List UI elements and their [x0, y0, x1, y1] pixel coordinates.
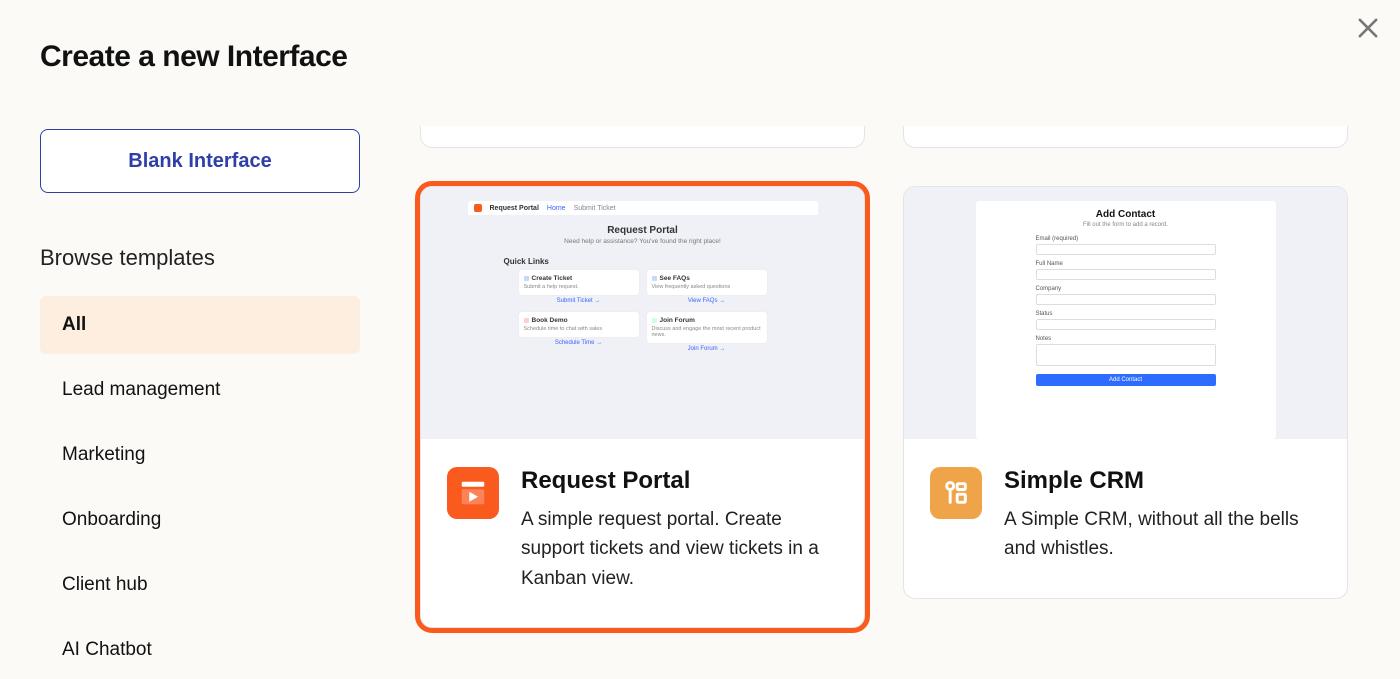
preview-form-title: Add Contact — [1036, 209, 1216, 220]
template-card-simple-crm[interactable]: Add Contact Fill out the form to add a r… — [903, 186, 1348, 599]
template-grid: Request Portal Home Submit Ticket Reques… — [420, 40, 1360, 651]
preview-field-textarea — [1036, 344, 1216, 366]
preview-card-link: Schedule Time → — [519, 340, 639, 346]
preview-quicklinks-heading: Quick Links — [504, 257, 818, 266]
category-all[interactable]: All — [40, 296, 360, 354]
preview-quicklink-card: See FAQs View frequently asked questions — [647, 270, 767, 295]
preview-card-title: Book Demo — [532, 317, 568, 324]
template-card-stub[interactable] — [420, 126, 865, 148]
preview-hero-sub: Need help or assistance? You've found th… — [468, 238, 818, 245]
preview-card-title: Join Forum — [660, 317, 695, 324]
preview-card-desc: Schedule time to chat with sales — [524, 326, 634, 332]
preview-card-title: See FAQs — [660, 275, 690, 282]
sidebar: Create a new Interface Blank Interface B… — [40, 40, 360, 651]
preview-field-input — [1036, 294, 1216, 305]
preview-field-label: Notes — [1036, 336, 1216, 342]
preview-quicklink-card: Join Forum Discuss and engage the most r… — [647, 312, 767, 343]
preview-field-label: Status — [1036, 311, 1216, 317]
preview-nav-submit: Submit Ticket — [574, 205, 616, 212]
close-icon[interactable] — [1354, 14, 1382, 42]
preview-field-input — [1036, 269, 1216, 280]
preview-field-label: Full Name — [1036, 261, 1216, 267]
preview-submit-button: Add Contact — [1036, 374, 1216, 386]
preview-card-desc: View frequently asked questions — [652, 284, 762, 290]
preview-card-desc: Discuss and engage the most recent produ… — [652, 326, 762, 338]
page-title: Create a new Interface — [40, 40, 360, 74]
preview-card-link: Join Forum → — [647, 346, 767, 352]
category-lead-management[interactable]: Lead management — [40, 361, 360, 419]
preview-field-input — [1036, 244, 1216, 255]
template-card-stub[interactable] — [903, 126, 1348, 148]
preview-form-sub: Fill out the form to add a record. — [1036, 222, 1216, 228]
browse-templates-heading: Browse templates — [40, 245, 360, 271]
blank-interface-button[interactable]: Blank Interface — [40, 129, 360, 193]
template-card-request-portal[interactable]: Request Portal Home Submit Ticket Reques… — [420, 186, 865, 628]
preview-quicklink-card: Book Demo Schedule time to chat with sal… — [519, 312, 639, 337]
template-description: A simple request portal. Create support … — [521, 505, 838, 593]
app-logo-icon — [474, 204, 482, 212]
template-icon — [930, 467, 982, 519]
template-title: Request Portal — [521, 467, 838, 495]
preview-quicklink-card: Create Ticket Submit a help request. — [519, 270, 639, 295]
template-title: Simple CRM — [1004, 467, 1321, 495]
preview-field-label: Company — [1036, 286, 1216, 292]
preview-card-desc: Submit a help request. — [524, 284, 634, 290]
preview-card-link: View FAQs → — [647, 298, 767, 304]
template-preview: Add Contact Fill out the form to add a r… — [904, 187, 1347, 439]
category-onboarding[interactable]: Onboarding — [40, 491, 360, 549]
category-client-hub[interactable]: Client hub — [40, 556, 360, 614]
category-list: All Lead management Marketing Onboarding… — [40, 296, 360, 679]
template-icon — [447, 467, 499, 519]
preview-nav-home: Home — [547, 205, 566, 212]
template-preview: Request Portal Home Submit Ticket Reques… — [421, 187, 864, 439]
category-ai-chatbot[interactable]: AI Chatbot — [40, 621, 360, 679]
preview-app-name: Request Portal — [490, 205, 539, 212]
preview-field-label: Email (required) — [1036, 236, 1216, 242]
preview-card-title: Create Ticket — [532, 275, 573, 282]
template-description: A Simple CRM, without all the bells and … — [1004, 505, 1321, 564]
preview-field-select — [1036, 319, 1216, 330]
preview-hero-title: Request Portal — [468, 225, 818, 236]
category-marketing[interactable]: Marketing — [40, 426, 360, 484]
preview-card-link: Submit Ticket → — [519, 298, 639, 304]
